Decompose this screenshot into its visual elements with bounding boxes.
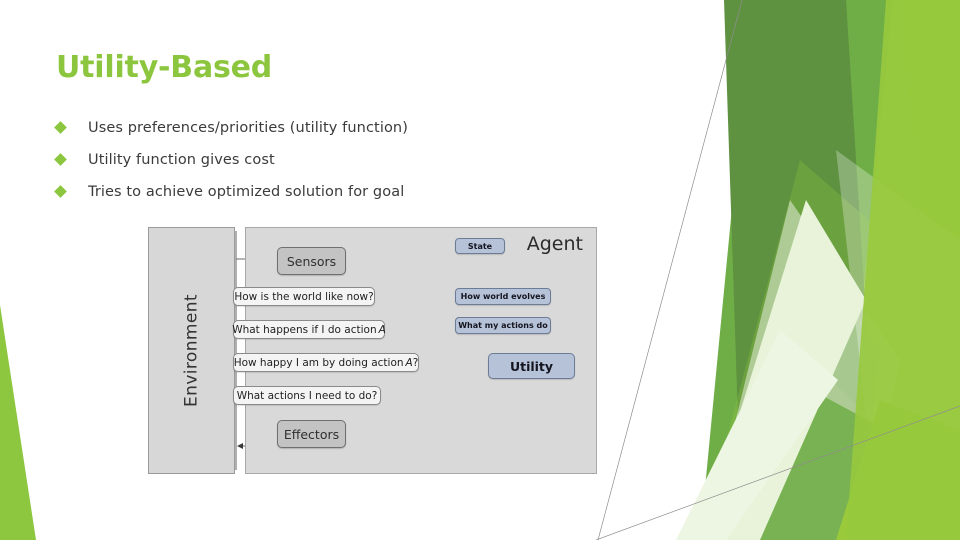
node-what-my-actions-do: What my actions do: [455, 317, 551, 334]
deco-hairline-1: [597, 0, 743, 540]
node-utility-label: Utility: [509, 358, 554, 374]
deco-verypale-wedge-2: [676, 330, 838, 540]
node-utility: Utility: [488, 353, 575, 379]
environment-label: Environment: [181, 294, 202, 407]
node-world-now-label: How is the world like now?: [234, 290, 374, 303]
list-item: Tries to achieve optimized solution for …: [54, 176, 576, 207]
deco-right-mid-green: [700, 0, 893, 540]
node-what-actions-label: What actions I need to do?: [236, 389, 378, 402]
node-what-happens-var: A: [378, 323, 386, 336]
deco-pale-sheet-3: [836, 150, 960, 540]
diamond-bullet-icon: [54, 121, 67, 134]
node-world-now: How is the world like now?: [233, 287, 375, 306]
deco-lower-green: [730, 390, 960, 540]
node-how-happy-label: How happy I am by doing action: [233, 356, 404, 369]
deco-right-bright-1: [826, 0, 960, 540]
deco-right-dark-green: [724, 0, 880, 540]
page-title: Utility-Based: [56, 50, 273, 85]
node-effectors-label: Effectors: [283, 426, 340, 442]
bullet-label: Tries to achieve optimized solution for …: [88, 183, 405, 200]
node-effectors: Effectors: [277, 420, 346, 448]
node-how-happy-var: A: [405, 356, 413, 369]
node-how-happy: How happy I am by doing action A?: [233, 353, 419, 372]
deco-right-bright-top: [846, 0, 960, 540]
node-what-my-actions-do-label: What my actions do: [458, 321, 548, 330]
utility-based-agent-diagram: Environment Agent Sensors How is the wor…: [148, 227, 597, 474]
deco-right-bright-2: [770, 0, 960, 540]
node-how-world-evolves: How world evolves: [455, 288, 551, 305]
slide-canvas: Utility-Based Uses preferences/prioritie…: [0, 0, 960, 540]
node-sensors: Sensors: [277, 247, 346, 275]
deco-hairline-2: [595, 405, 960, 540]
bullet-list: Uses preferences/priorities (utility fun…: [54, 112, 576, 208]
node-what-actions: What actions I need to do?: [233, 386, 381, 405]
node-state: State: [455, 238, 505, 254]
bullet-label: Uses preferences/priorities (utility fun…: [88, 119, 408, 136]
node-sensors-label: Sensors: [286, 253, 337, 269]
list-item: Utility function gives cost: [54, 144, 576, 175]
deco-verypale-wedge: [700, 200, 866, 540]
node-how-happy-suffix: ?: [412, 356, 419, 369]
node-state-label: State: [467, 241, 493, 251]
diamond-bullet-icon: [54, 185, 67, 198]
node-what-happens-label: What happens if I do action: [232, 323, 377, 336]
bullet-label: Utility function gives cost: [88, 151, 275, 168]
deco-right-deep-green: [820, 300, 880, 420]
deco-left-wedge: [0, 305, 36, 540]
node-what-happens: What happens if I do action A: [232, 320, 386, 339]
deco-lower-bright: [836, 400, 960, 540]
diamond-bullet-icon: [54, 153, 67, 166]
node-how-world-evolves-label: How world evolves: [460, 292, 546, 301]
agent-label: Agent: [526, 233, 583, 255]
deco-pale-sheet-1: [700, 160, 960, 540]
deco-pale-sheet-2: [706, 200, 900, 540]
list-item: Uses preferences/priorities (utility fun…: [54, 112, 576, 143]
